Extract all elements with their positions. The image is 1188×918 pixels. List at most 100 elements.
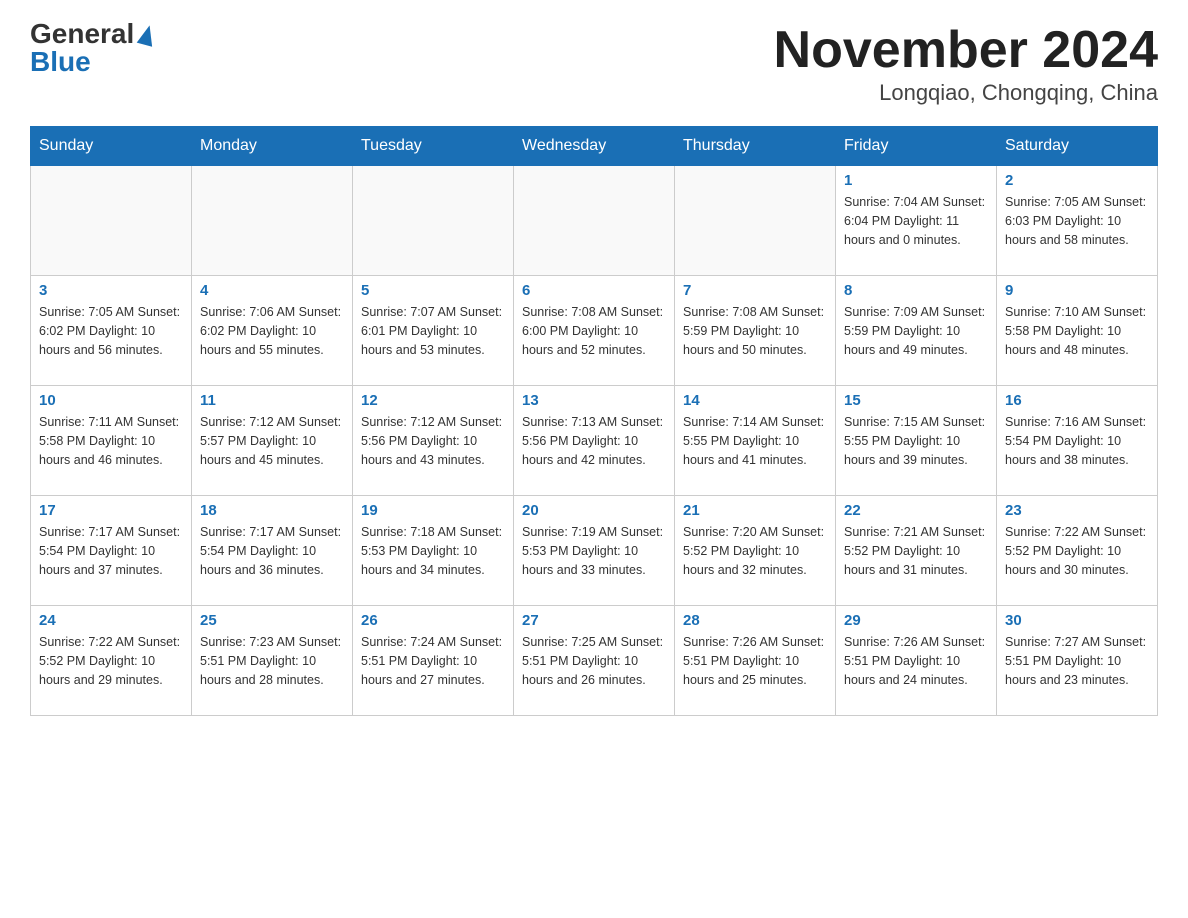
day-number: 14: [683, 392, 827, 409]
day-number: 25: [200, 612, 344, 629]
day-info: Sunrise: 7:05 AM Sunset: 6:02 PM Dayligh…: [39, 303, 183, 359]
logo-blue-text: Blue: [30, 48, 91, 76]
location: Longqiao, Chongqing, China: [774, 80, 1158, 106]
calendar-day-cell: 24 Sunrise: 7:22 AM Sunset: 5:52 PM Dayli…: [31, 606, 192, 716]
calendar-day-cell: 26 Sunrise: 7:24 AM Sunset: 5:51 PM Dayli…: [353, 606, 514, 716]
calendar-day-cell: 23 Sunrise: 7:22 AM Sunset: 5:52 PM Dayli…: [997, 496, 1158, 606]
day-info: Sunrise: 7:04 AM Sunset: 6:04 PM Dayligh…: [844, 193, 988, 249]
month-title: November 2024: [774, 20, 1158, 80]
logo-icon: [137, 23, 158, 46]
day-number: 20: [522, 502, 666, 519]
day-info: Sunrise: 7:13 AM Sunset: 5:56 PM Dayligh…: [522, 413, 666, 469]
calendar-day-cell: 9 Sunrise: 7:10 AM Sunset: 5:58 PM Daylig…: [997, 276, 1158, 386]
calendar-day-cell: 17 Sunrise: 7:17 AM Sunset: 5:54 PM Dayli…: [31, 496, 192, 606]
calendar-day-header: Monday: [192, 127, 353, 166]
calendar-day-cell: 19Sunrise: 7:18 AM Sunset: 5:53 PM Dayli…: [353, 496, 514, 606]
day-number: 9: [1005, 282, 1149, 299]
calendar-day-cell: 21 Sunrise: 7:20 AM Sunset: 5:52 PM Dayli…: [675, 496, 836, 606]
day-info: Sunrise: 7:08 AM Sunset: 5:59 PM Dayligh…: [683, 303, 827, 359]
day-number: 29: [844, 612, 988, 629]
day-info: Sunrise: 7:08 AM Sunset: 6:00 PM Dayligh…: [522, 303, 666, 359]
calendar-day-cell: 15Sunrise: 7:15 AM Sunset: 5:55 PM Dayli…: [836, 386, 997, 496]
calendar-day-header: Friday: [836, 127, 997, 166]
day-number: 21: [683, 502, 827, 519]
day-info: Sunrise: 7:23 AM Sunset: 5:51 PM Dayligh…: [200, 633, 344, 689]
logo-general-text: General: [30, 20, 134, 48]
day-info: Sunrise: 7:27 AM Sunset: 5:51 PM Dayligh…: [1005, 633, 1149, 689]
day-info: Sunrise: 7:22 AM Sunset: 5:52 PM Dayligh…: [1005, 523, 1149, 579]
title-block: November 2024 Longqiao, Chongqing, China: [774, 20, 1158, 106]
calendar-day-cell: 20 Sunrise: 7:19 AM Sunset: 5:53 PM Dayli…: [514, 496, 675, 606]
calendar-table: SundayMondayTuesdayWednesdayThursdayFrid…: [30, 126, 1158, 716]
calendar-day-cell: 12Sunrise: 7:12 AM Sunset: 5:56 PM Dayli…: [353, 386, 514, 496]
day-info: Sunrise: 7:17 AM Sunset: 5:54 PM Dayligh…: [39, 523, 183, 579]
calendar-day-cell: 6 Sunrise: 7:08 AM Sunset: 6:00 PM Daylig…: [514, 276, 675, 386]
day-info: Sunrise: 7:16 AM Sunset: 5:54 PM Dayligh…: [1005, 413, 1149, 469]
day-info: Sunrise: 7:19 AM Sunset: 5:53 PM Dayligh…: [522, 523, 666, 579]
calendar-week-row: 24 Sunrise: 7:22 AM Sunset: 5:52 PM Dayli…: [31, 606, 1158, 716]
day-info: Sunrise: 7:05 AM Sunset: 6:03 PM Dayligh…: [1005, 193, 1149, 249]
day-number: 3: [39, 282, 183, 299]
calendar-day-cell: 28 Sunrise: 7:26 AM Sunset: 5:51 PM Dayli…: [675, 606, 836, 716]
day-info: Sunrise: 7:18 AM Sunset: 5:53 PM Dayligh…: [361, 523, 505, 579]
day-number: 13: [522, 392, 666, 409]
calendar-day-cell: 2 Sunrise: 7:05 AM Sunset: 6:03 PM Daylig…: [997, 166, 1158, 276]
day-number: 8: [844, 282, 988, 299]
day-number: 10: [39, 392, 183, 409]
calendar-day-cell: 14 Sunrise: 7:14 AM Sunset: 5:55 PM Dayli…: [675, 386, 836, 496]
calendar-day-cell: 11Sunrise: 7:12 AM Sunset: 5:57 PM Dayli…: [192, 386, 353, 496]
calendar-week-row: 1 Sunrise: 7:04 AM Sunset: 6:04 PM Daylig…: [31, 166, 1158, 276]
day-info: Sunrise: 7:10 AM Sunset: 5:58 PM Dayligh…: [1005, 303, 1149, 359]
day-info: Sunrise: 7:24 AM Sunset: 5:51 PM Dayligh…: [361, 633, 505, 689]
calendar-week-row: 17 Sunrise: 7:17 AM Sunset: 5:54 PM Dayli…: [31, 496, 1158, 606]
day-number: 24: [39, 612, 183, 629]
calendar-day-header: Tuesday: [353, 127, 514, 166]
day-number: 1: [844, 172, 988, 189]
day-number: 18: [200, 502, 344, 519]
calendar-day-cell: [353, 166, 514, 276]
calendar-day-cell: 13 Sunrise: 7:13 AM Sunset: 5:56 PM Dayli…: [514, 386, 675, 496]
day-number: 7: [683, 282, 827, 299]
day-info: Sunrise: 7:11 AM Sunset: 5:58 PM Dayligh…: [39, 413, 183, 469]
day-info: Sunrise: 7:26 AM Sunset: 5:51 PM Dayligh…: [844, 633, 988, 689]
calendar-day-cell: 5Sunrise: 7:07 AM Sunset: 6:01 PM Daylig…: [353, 276, 514, 386]
day-number: 6: [522, 282, 666, 299]
day-number: 16: [1005, 392, 1149, 409]
calendar-week-row: 3 Sunrise: 7:05 AM Sunset: 6:02 PM Daylig…: [31, 276, 1158, 386]
calendar-day-cell: 18 Sunrise: 7:17 AM Sunset: 5:54 PM Dayli…: [192, 496, 353, 606]
day-number: 26: [361, 612, 505, 629]
day-info: Sunrise: 7:09 AM Sunset: 5:59 PM Dayligh…: [844, 303, 988, 359]
day-number: 2: [1005, 172, 1149, 189]
day-number: 27: [522, 612, 666, 629]
day-info: Sunrise: 7:20 AM Sunset: 5:52 PM Dayligh…: [683, 523, 827, 579]
calendar-day-cell: [675, 166, 836, 276]
day-number: 28: [683, 612, 827, 629]
calendar-day-cell: 8 Sunrise: 7:09 AM Sunset: 5:59 PM Daylig…: [836, 276, 997, 386]
calendar-day-cell: 3 Sunrise: 7:05 AM Sunset: 6:02 PM Daylig…: [31, 276, 192, 386]
calendar-day-cell: [514, 166, 675, 276]
calendar-day-cell: [192, 166, 353, 276]
day-info: Sunrise: 7:22 AM Sunset: 5:52 PM Dayligh…: [39, 633, 183, 689]
calendar-day-cell: 1 Sunrise: 7:04 AM Sunset: 6:04 PM Daylig…: [836, 166, 997, 276]
day-info: Sunrise: 7:14 AM Sunset: 5:55 PM Dayligh…: [683, 413, 827, 469]
day-number: 17: [39, 502, 183, 519]
calendar-day-cell: 30 Sunrise: 7:27 AM Sunset: 5:51 PM Dayli…: [997, 606, 1158, 716]
day-info: Sunrise: 7:12 AM Sunset: 5:57 PM Dayligh…: [200, 413, 344, 469]
calendar-day-header: Saturday: [997, 127, 1158, 166]
day-number: 30: [1005, 612, 1149, 629]
logo: General Blue: [30, 20, 155, 76]
day-info: Sunrise: 7:06 AM Sunset: 6:02 PM Dayligh…: [200, 303, 344, 359]
day-number: 22: [844, 502, 988, 519]
calendar-day-cell: 16 Sunrise: 7:16 AM Sunset: 5:54 PM Dayli…: [997, 386, 1158, 496]
day-info: Sunrise: 7:17 AM Sunset: 5:54 PM Dayligh…: [200, 523, 344, 579]
calendar-day-cell: 4Sunrise: 7:06 AM Sunset: 6:02 PM Daylig…: [192, 276, 353, 386]
calendar-day-cell: 22Sunrise: 7:21 AM Sunset: 5:52 PM Dayli…: [836, 496, 997, 606]
day-number: 23: [1005, 502, 1149, 519]
day-info: Sunrise: 7:25 AM Sunset: 5:51 PM Dayligh…: [522, 633, 666, 689]
day-info: Sunrise: 7:26 AM Sunset: 5:51 PM Dayligh…: [683, 633, 827, 689]
calendar-week-row: 10 Sunrise: 7:11 AM Sunset: 5:58 PM Dayli…: [31, 386, 1158, 496]
day-number: 15: [844, 392, 988, 409]
calendar-day-cell: 7 Sunrise: 7:08 AM Sunset: 5:59 PM Daylig…: [675, 276, 836, 386]
calendar-day-cell: 29 Sunrise: 7:26 AM Sunset: 5:51 PM Dayli…: [836, 606, 997, 716]
calendar-day-cell: [31, 166, 192, 276]
